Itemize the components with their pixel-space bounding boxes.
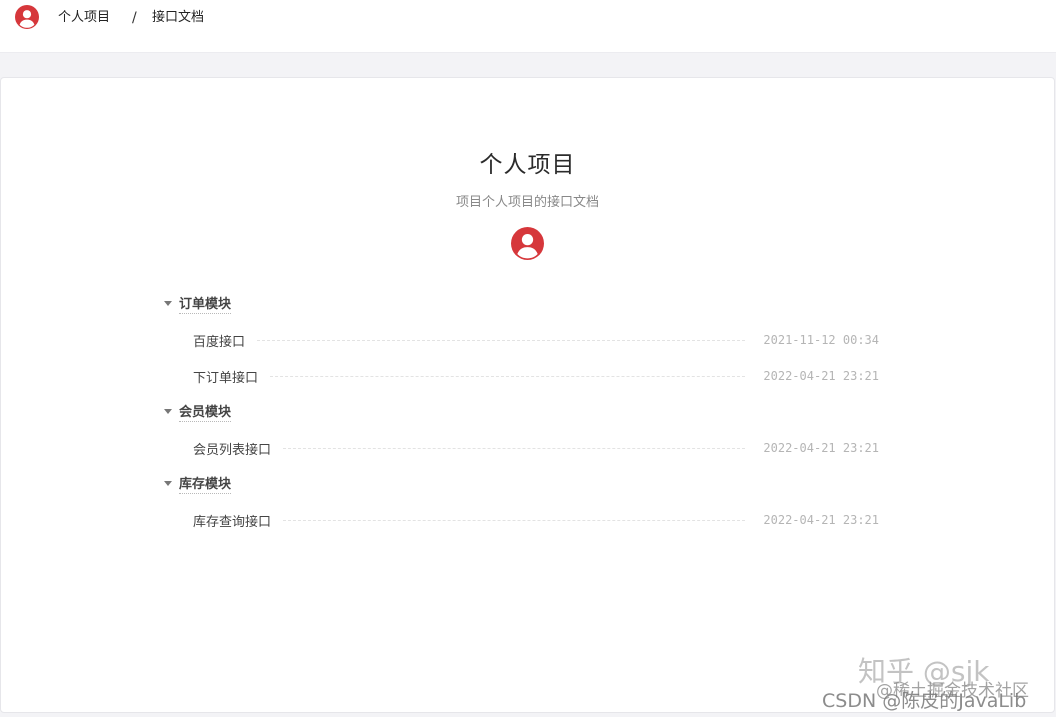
api-item-label[interactable]: 库存查询接口 <box>193 511 283 530</box>
api-item-time: 2022-04-21 23:21 <box>763 513 879 527</box>
api-item-label[interactable]: 百度接口 <box>193 331 257 350</box>
project-avatar-icon <box>511 227 544 260</box>
group-label: 订单模块 <box>179 293 232 314</box>
api-item-time: 2022-04-21 23:21 <box>763 441 879 455</box>
watermark-csdn: CSDN @陈皮的JavaLib <box>822 690 1027 712</box>
top-bar: 个人项目 / 接口文档 <box>0 0 1056 53</box>
leader-line <box>270 376 746 377</box>
doc-card: 个人项目 项目个人项目的接口文档 订单模块 百度接口 2021-11-12 00… <box>0 77 1055 713</box>
api-item[interactable]: 库存查询接口 2022-04-21 23:21 <box>193 510 879 530</box>
breadcrumb-current[interactable]: 接口文档 <box>152 9 204 27</box>
group-label: 会员模块 <box>179 401 232 422</box>
api-item-label[interactable]: 会员列表接口 <box>193 439 283 458</box>
page-title: 个人项目 <box>479 152 576 178</box>
api-item[interactable]: 百度接口 2021-11-12 00:34 <box>193 330 879 350</box>
api-item[interactable]: 会员列表接口 2022-04-21 23:21 <box>193 438 879 458</box>
caret-down-icon[interactable] <box>164 300 172 306</box>
leader-line <box>257 340 746 341</box>
leader-line <box>283 448 746 449</box>
group-member[interactable]: 会员模块 <box>164 401 232 422</box>
group-order[interactable]: 订单模块 <box>164 293 232 314</box>
api-item-time: 2022-04-21 23:21 <box>763 369 879 383</box>
user-avatar-icon[interactable] <box>15 5 39 29</box>
api-item[interactable]: 下订单接口 2022-04-21 23:21 <box>193 366 879 386</box>
group-label: 库存模块 <box>179 473 232 494</box>
caret-down-icon[interactable] <box>164 480 172 486</box>
leader-line <box>283 520 746 521</box>
group-stock[interactable]: 库存模块 <box>164 473 232 494</box>
api-item-label[interactable]: 下订单接口 <box>193 367 270 386</box>
page-subtitle: 项目个人项目的接口文档 <box>455 195 599 210</box>
api-item-time: 2021-11-12 00:34 <box>763 333 879 347</box>
breadcrumb-project[interactable]: 个人项目 <box>58 9 110 27</box>
caret-down-icon[interactable] <box>164 408 172 414</box>
breadcrumb-separator: / <box>132 10 137 26</box>
